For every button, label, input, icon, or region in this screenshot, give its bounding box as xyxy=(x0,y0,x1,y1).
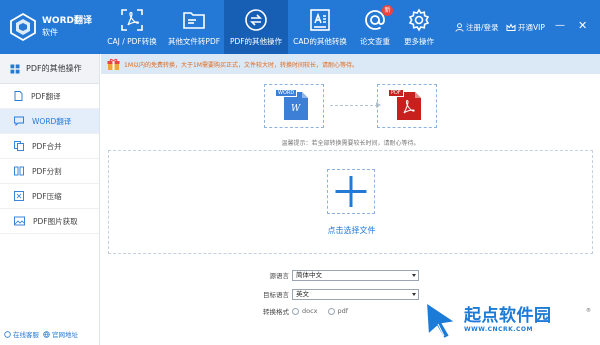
sidebar-item-label: WORD翻译 xyxy=(32,116,72,126)
page-icon xyxy=(14,91,23,101)
crown-icon xyxy=(506,23,516,31)
word-doc-letter: W xyxy=(291,104,301,114)
sidebar-item-label: PDF合并 xyxy=(32,141,62,151)
format-label: 转换格式 xyxy=(263,308,289,316)
format-option-label: pdf xyxy=(337,307,349,315)
sidebar: PDF的其他操作 PDF翻译 WORD翻译 PDF合并 PDF分割 PDF压缩 xyxy=(0,54,100,345)
sidebar-item-label: PDF压缩 xyxy=(32,191,62,201)
sidebar-footer: 在线客服 官网地址 xyxy=(0,329,100,339)
globe-icon xyxy=(43,330,50,338)
site-watermark: 起点软件园 WWW.CNCRK.COM ® xyxy=(414,296,600,345)
source-language-row: 源语言 简体中文 xyxy=(231,269,419,281)
format-option-pdf[interactable]: pdf xyxy=(327,307,349,315)
app-subtitle: 软件 xyxy=(42,28,58,37)
image-icon xyxy=(14,216,25,226)
tab-more-ops[interactable]: 更多操作 xyxy=(398,0,440,54)
chevron-down-icon xyxy=(412,273,416,277)
convert-arrow xyxy=(330,105,378,106)
gear-icon xyxy=(407,8,431,32)
tab-label: CAJ / PDF转换 xyxy=(107,37,157,46)
sidebar-item-label: PDF分割 xyxy=(32,166,62,176)
refresh-icon xyxy=(244,8,268,32)
watermark-url: WWW.CNCRK.COM xyxy=(464,326,533,333)
login-link[interactable]: 注册/登录 xyxy=(455,22,499,33)
sidebar-item-pdf-split[interactable]: PDF分割 xyxy=(0,159,99,184)
sidebar-item-label: PDF图片获取 xyxy=(33,216,78,226)
tab-cad-convert[interactable]: CAD的其他转换 xyxy=(288,0,352,54)
registered-mark: ® xyxy=(586,308,591,314)
target-language-select[interactable]: 英文 xyxy=(292,288,419,300)
tab-pdf-other-ops[interactable]: PDF的其他操作 xyxy=(224,0,288,54)
sidebar-item-word-translate[interactable]: WORD翻译 xyxy=(0,109,99,134)
sidebar-item-pdf-compress[interactable]: PDF压缩 xyxy=(0,184,99,209)
sidebar-item-label: PDF翻译 xyxy=(31,91,61,101)
target-language-row: 目标语言 英文 xyxy=(231,288,419,300)
tab-label: CAD的其他转换 xyxy=(293,37,347,46)
login-label: 注册/登录 xyxy=(466,23,499,32)
vip-label: 开通VIP xyxy=(518,23,545,32)
gift-icon xyxy=(107,58,120,70)
notice-bar: 1M以内的免费转换，大于1M需要购买正式，文件较大时，转换时间较长，请耐心等待。 xyxy=(101,54,600,74)
app-title: WORD翻译 xyxy=(42,16,92,26)
tab-label: 论文查重 xyxy=(360,37,390,46)
radio-circle[interactable] xyxy=(327,307,335,315)
pdf-doc-icon: PDF xyxy=(388,89,422,121)
source-language-label: 源语言 xyxy=(269,272,290,280)
format-row: 转换格式 docx pdf xyxy=(231,305,358,317)
compress-icon xyxy=(14,191,24,201)
cad-icon xyxy=(308,8,332,32)
notice-text: 1M以内的免费转换，大于1M需要购买正式，文件较大时，转换时间较长，请耐心等待。 xyxy=(124,61,358,69)
website-link[interactable]: 官网地址 xyxy=(43,329,78,339)
new-badge: 新 xyxy=(382,5,393,16)
tab-label: 其他文件转PDF xyxy=(167,37,221,46)
word-doc-icon: WORD W xyxy=(275,89,309,121)
online-service-label: 在线客服 xyxy=(13,331,39,339)
format-option-label: docx xyxy=(302,307,318,315)
source-doc-box: WORD W xyxy=(264,84,324,128)
sidebar-item-pdf-merge[interactable]: PDF合并 xyxy=(0,134,99,159)
sidebar-item-pdf-image-extract[interactable]: PDF图片获取 xyxy=(0,209,99,234)
source-language-value: 简体中文 xyxy=(296,270,322,279)
website-label: 官网地址 xyxy=(52,331,78,339)
watermark-title: 起点软件园 xyxy=(464,306,552,326)
grid-icon xyxy=(10,64,20,73)
select-file-label[interactable]: 点击选择文件 xyxy=(109,225,594,236)
user-icon xyxy=(455,23,464,32)
logo-icon xyxy=(10,12,36,42)
plus-icon xyxy=(335,176,367,207)
sidebar-header: PDF的其他操作 xyxy=(0,54,99,84)
source-language-select[interactable]: 简体中文 xyxy=(292,269,419,281)
tab-label: PDF的其他操作 xyxy=(229,37,283,46)
folder-icon xyxy=(182,8,206,32)
merge-icon xyxy=(14,141,24,151)
pdf-doc-label: PDF xyxy=(388,89,404,97)
minimize-button[interactable]: — xyxy=(555,21,565,31)
tab-caj-pdf-convert[interactable]: CAJ / PDF转换 xyxy=(100,0,164,54)
tip-text: 温馨提示：若全部转换需要较长时间，请耐心等待。 xyxy=(281,140,420,147)
vip-link[interactable]: 开通VIP xyxy=(506,22,545,33)
cursor-logo-icon xyxy=(424,300,459,341)
chat-icon xyxy=(14,116,24,126)
radio-circle[interactable] xyxy=(292,307,299,315)
tab-paper-check[interactable]: 新 论文查重 xyxy=(352,0,398,54)
tab-other-to-pdf[interactable]: 其他文件转PDF xyxy=(164,0,224,54)
sidebar-header-label: PDF的其他操作 xyxy=(26,64,82,73)
file-drop-zone[interactable]: 点击选择文件 xyxy=(108,150,593,254)
close-button[interactable]: ✕ xyxy=(578,20,587,31)
format-option-docx[interactable]: docx xyxy=(292,307,318,315)
online-service-link[interactable]: 在线客服 xyxy=(4,329,39,339)
top-bar: WORD翻译 软件 CAJ / PDF转换 其他文件转PDF PDF的其他操作 … xyxy=(0,0,600,54)
target-language-value: 英文 xyxy=(296,289,309,298)
word-doc-label: WORD xyxy=(275,89,298,97)
tab-label: 更多操作 xyxy=(404,37,434,46)
headset-icon xyxy=(4,330,11,338)
target-doc-box: PDF xyxy=(377,84,437,128)
app-logo: WORD翻译 软件 xyxy=(0,0,100,54)
add-file-button[interactable] xyxy=(327,169,375,214)
pdf-convert-icon xyxy=(120,8,144,32)
target-language-label: 目标语言 xyxy=(263,291,289,299)
sidebar-item-pdf-translate[interactable]: PDF翻译 xyxy=(0,84,99,109)
split-icon xyxy=(14,166,24,176)
